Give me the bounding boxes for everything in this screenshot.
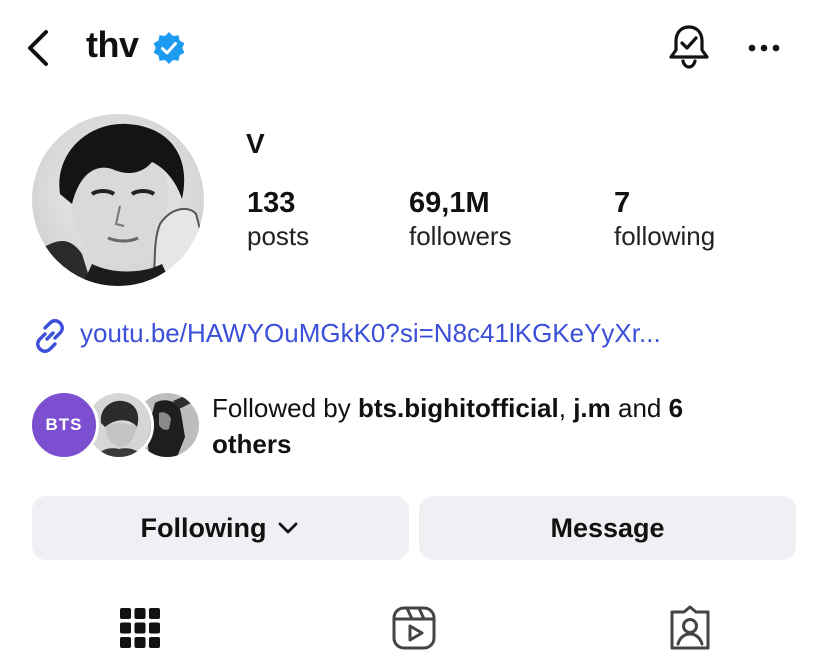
chevron-left-icon [28,30,48,66]
chevron-down-icon [279,522,298,534]
verified-badge-icon [152,31,186,65]
message-button[interactable]: Message [419,496,796,560]
following-count: 7 [614,187,631,219]
bts-avatar-label: BTS [45,415,83,434]
more-options-button[interactable] [744,30,784,66]
following-label: following [614,221,716,251]
more-horizontal-icon [748,44,780,52]
link-icon [32,318,68,354]
followed-by-suffix: others [212,429,292,459]
followed-by-count: 6 [668,393,684,423]
message-button-label: Message [550,512,665,543]
bio-link[interactable]: youtu.be/HAWYOuMGkK0?si=N8c41lKGKeYyXr..… [80,318,661,349]
grid-icon [120,608,160,648]
followed-by-and: and [610,393,669,423]
followed-by-user2[interactable]: j.m [573,393,611,423]
notifications-button[interactable] [666,22,712,72]
profile-avatar[interactable] [32,114,204,286]
posts-count: 133 [247,187,296,219]
tab-posts-grid[interactable] [116,604,164,652]
profile-display-name: V [246,128,265,159]
following-button-label: Following [140,512,267,543]
followed-by-prefix: Followed by [212,393,358,423]
bell-check-icon [669,25,709,69]
tagged-icon [670,605,710,650]
back-button[interactable] [22,26,58,70]
bts-avatar[interactable]: BTS [29,390,99,460]
posts-stat[interactable]: 133 posts [247,186,309,252]
followers-stat[interactable]: 69,1M followers [409,186,512,252]
followers-label: followers [409,221,512,251]
reels-icon [392,606,436,650]
profile-username: thv [86,24,139,65]
followers-count: 69,1M [409,187,490,219]
followed-by-sep: , [558,393,574,423]
tab-tagged[interactable] [666,604,714,652]
following-button[interactable]: Following [32,496,409,560]
followed-by-user1[interactable]: bts.bighitofficial [358,393,559,423]
following-stat[interactable]: 7 following [614,186,715,252]
posts-label: posts [247,221,310,251]
tab-reels[interactable] [390,604,438,652]
followed-by-text[interactable]: Followed by bts.bighitofficial, j.m and … [212,390,812,462]
